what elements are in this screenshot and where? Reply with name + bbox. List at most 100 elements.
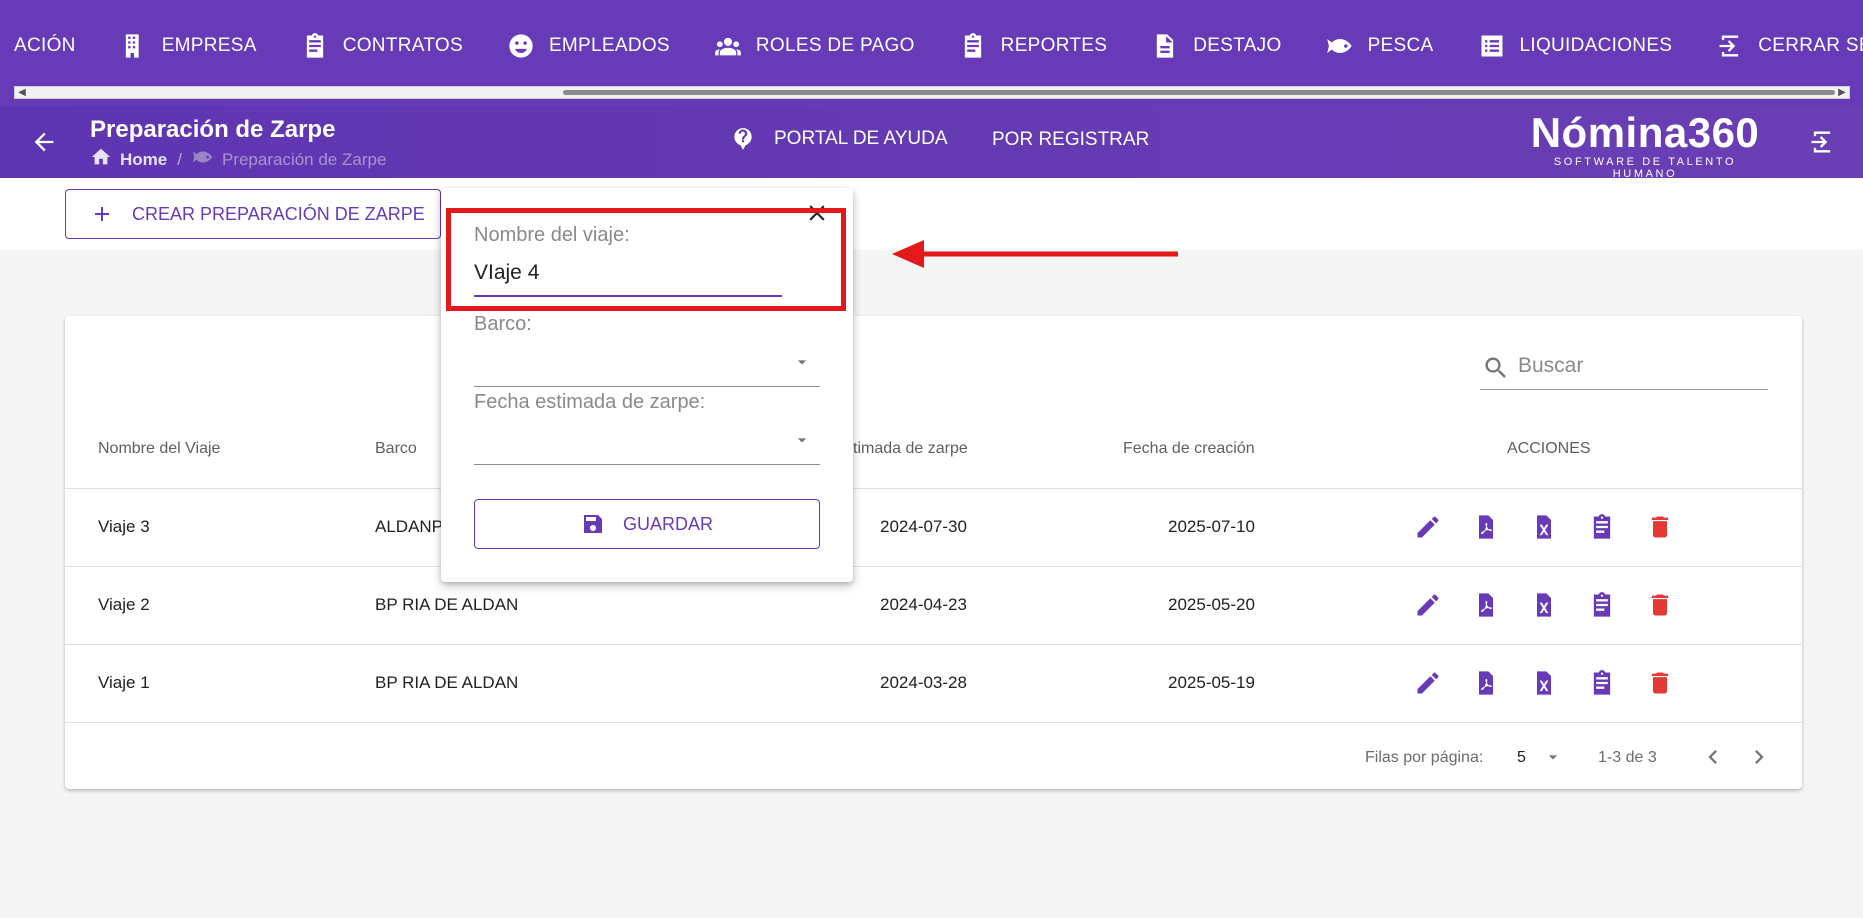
search-icon (1485, 357, 1506, 378)
list-icon (1481, 35, 1502, 57)
fish-icon (192, 146, 214, 173)
detail-button[interactable] (1588, 669, 1616, 697)
help-portal-button[interactable]: PORTAL DE AYUDA (730, 126, 948, 152)
pencil-icon (1417, 516, 1439, 538)
breadcrumb-current: Preparación de Zarpe (221, 149, 387, 169)
nav-item-roles-de-pago[interactable]: ROLES DE PAGO (692, 0, 937, 92)
nav-item-label: EMPLEADOS (548, 35, 670, 56)
detail-button[interactable] (1588, 513, 1616, 541)
scroll-left-icon[interactable]: ◀ (16, 87, 28, 98)
excel-button[interactable] (1530, 591, 1558, 619)
column-header-departure-date[interactable]: timada de zarpe (853, 440, 968, 458)
trash-icon (1651, 672, 1669, 694)
next-page-button[interactable] (1745, 743, 1773, 771)
detail-button[interactable] (1588, 591, 1616, 619)
excel-button[interactable] (1530, 669, 1558, 697)
departure-date-select[interactable] (474, 416, 820, 454)
home-icon[interactable] (90, 146, 112, 173)
people-icon (715, 37, 741, 56)
logout-icon (1811, 131, 1831, 153)
page-range: 1-3 de 3 (1598, 749, 1657, 766)
clipboard-icon (1593, 514, 1611, 539)
boat-select[interactable] (474, 338, 820, 376)
nav-item-empresa[interactable]: EMPRESA (98, 0, 279, 92)
create-departure-button[interactable]: CREAR PREPARACIÓN DE ZARPE (65, 189, 441, 239)
chevron-down-icon[interactable] (1543, 747, 1563, 767)
nav-item-reportes[interactable]: REPORTES (937, 0, 1130, 92)
excel-button[interactable] (1530, 513, 1558, 541)
row-actions (1414, 591, 1704, 619)
logo-subtitle: SOFTWARE DE TALENTO HUMANO (1553, 156, 1737, 180)
clipboard-icon (306, 33, 323, 58)
pdf-button[interactable] (1472, 513, 1500, 541)
edit-button[interactable] (1414, 591, 1442, 619)
nav-item-contratos[interactable]: CONTRATOS (279, 0, 485, 92)
edit-button[interactable] (1414, 513, 1442, 541)
nav-item-pesca[interactable]: PESCA (1304, 0, 1456, 92)
chevron-down-icon[interactable] (792, 352, 812, 372)
column-header-boat[interactable]: Barco (375, 440, 417, 458)
table-pagination: Filas por página: 5 1-3 de 3 (65, 722, 1802, 789)
top-nav-items: ACIÓN EMPRESA CONTRATOS EMPLEADOS ROLES … (0, 0, 1863, 92)
horizontal-scrollbar[interactable]: ◀ ▶ (14, 86, 1850, 99)
breadcrumb: Home / Preparación de Zarpe (90, 146, 386, 173)
scrollbar-thumb[interactable] (563, 90, 1835, 95)
nav-item-liquidaciones[interactable]: LIQUIDACIONES (1456, 0, 1695, 92)
chevron-down-icon[interactable] (792, 430, 812, 450)
nav-item-label: EMPRESA (161, 35, 257, 56)
scroll-right-icon[interactable]: ▶ (1836, 87, 1848, 98)
nav-item-label: ACIÓN (14, 35, 76, 56)
pencil-icon (1417, 594, 1439, 616)
pdf-button[interactable] (1472, 669, 1500, 697)
boat-label: Barco: (474, 313, 532, 335)
cell-trip-name: Viaje 2 (98, 595, 150, 614)
nav-item-destajo[interactable]: DESTAJO (1129, 0, 1303, 92)
column-header-trip-name[interactable]: Nombre del Viaje (98, 440, 220, 458)
back-button[interactable] (30, 128, 58, 156)
logout-button[interactable] (1808, 128, 1836, 161)
logo-main: Nómina360 (1530, 109, 1760, 156)
annotation-arrow-icon (892, 240, 1178, 268)
cell-created-date: 2025-07-10 (1168, 517, 1255, 536)
save-button[interactable]: GUARDAR (474, 499, 820, 549)
cell-trip-name: Viaje 1 (98, 673, 150, 692)
trash-icon (1651, 594, 1669, 616)
nav-item-accion[interactable]: ACIÓN (0, 0, 98, 92)
excel-icon (1537, 593, 1551, 617)
cell-created-date: 2025-05-20 (1168, 595, 1255, 614)
pdf-icon (1479, 671, 1493, 695)
previous-page-button[interactable] (1699, 743, 1727, 771)
pdf-button[interactable] (1472, 591, 1500, 619)
plus-icon (95, 207, 109, 221)
nav-item-empleados[interactable]: EMPLEADOS (485, 0, 692, 92)
cell-trip-name: Viaje 3 (98, 517, 150, 536)
excel-icon (1537, 515, 1551, 539)
page-title: Preparación de Zarpe (90, 116, 336, 143)
search-input[interactable] (1518, 350, 1758, 382)
clipboard-icon (964, 33, 981, 58)
register-button[interactable]: POR REGISTRAR (992, 129, 1149, 151)
nav-item-label: PESCA (1367, 35, 1434, 56)
cell-departure-date: 2024-03-28 (880, 673, 967, 692)
column-header-created-date[interactable]: Fecha de creación (1123, 440, 1255, 458)
cell-departure-date: 2024-04-23 (880, 595, 967, 614)
nav-item-label: REPORTES (1000, 35, 1108, 56)
nav-item-cerrar-sesion[interactable]: CERRAR SESIÓN (1694, 0, 1863, 92)
logo: Nómina360 SOFTWARE DE TALENTO HUMANO (1520, 109, 1770, 181)
delete-button[interactable] (1646, 591, 1674, 619)
rows-per-page-select[interactable]: 5 (1517, 749, 1526, 767)
help-portal-label: PORTAL DE AYUDA (774, 128, 948, 149)
cell-departure-date: 2024-07-30 (880, 517, 967, 536)
excel-icon (1537, 671, 1551, 695)
cell-boat: BP RIA DE ALDAN (375, 595, 519, 614)
cell-created-date: 2025-05-19 (1168, 673, 1255, 692)
delete-button[interactable] (1646, 513, 1674, 541)
table-row: Viaje 1 BP RIA DE ALDAN 2024-03-28 2025-… (65, 644, 1802, 722)
building-icon (125, 34, 139, 58)
edit-button[interactable] (1414, 669, 1442, 697)
search-field[interactable] (1480, 342, 1768, 390)
chevron-left-icon (1708, 750, 1717, 764)
create-departure-label: CREAR PREPARACIÓN DE ZARPE (132, 203, 425, 224)
delete-button[interactable] (1646, 669, 1674, 697)
breadcrumb-home[interactable]: Home (120, 150, 167, 170)
